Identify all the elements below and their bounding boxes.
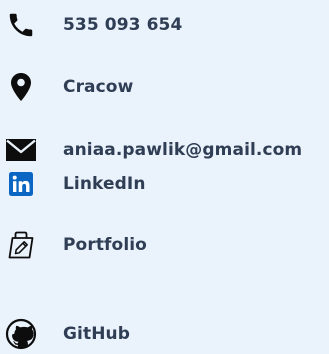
github-link[interactable]: GitHub	[0, 314, 329, 354]
portfolio-icon	[4, 228, 38, 262]
contact-phone: 535 093 654	[0, 5, 329, 45]
portfolio-link[interactable]: Portfolio	[0, 225, 329, 265]
phone-icon	[4, 8, 38, 42]
email-address: aniaa.pawlik@gmail.com	[63, 140, 303, 160]
github-icon	[4, 317, 38, 351]
github-label: GitHub	[63, 324, 131, 344]
linkedin-icon	[4, 167, 38, 201]
phone-number: 535 093 654	[63, 15, 183, 35]
map-pin-icon	[4, 70, 38, 104]
contact-city: Cracow	[0, 67, 329, 107]
linkedin-link[interactable]: LinkedIn	[0, 164, 329, 204]
portfolio-label: Portfolio	[63, 235, 147, 255]
city-name: Cracow	[63, 77, 134, 97]
envelope-icon	[4, 133, 38, 167]
linkedin-label: LinkedIn	[63, 174, 146, 194]
